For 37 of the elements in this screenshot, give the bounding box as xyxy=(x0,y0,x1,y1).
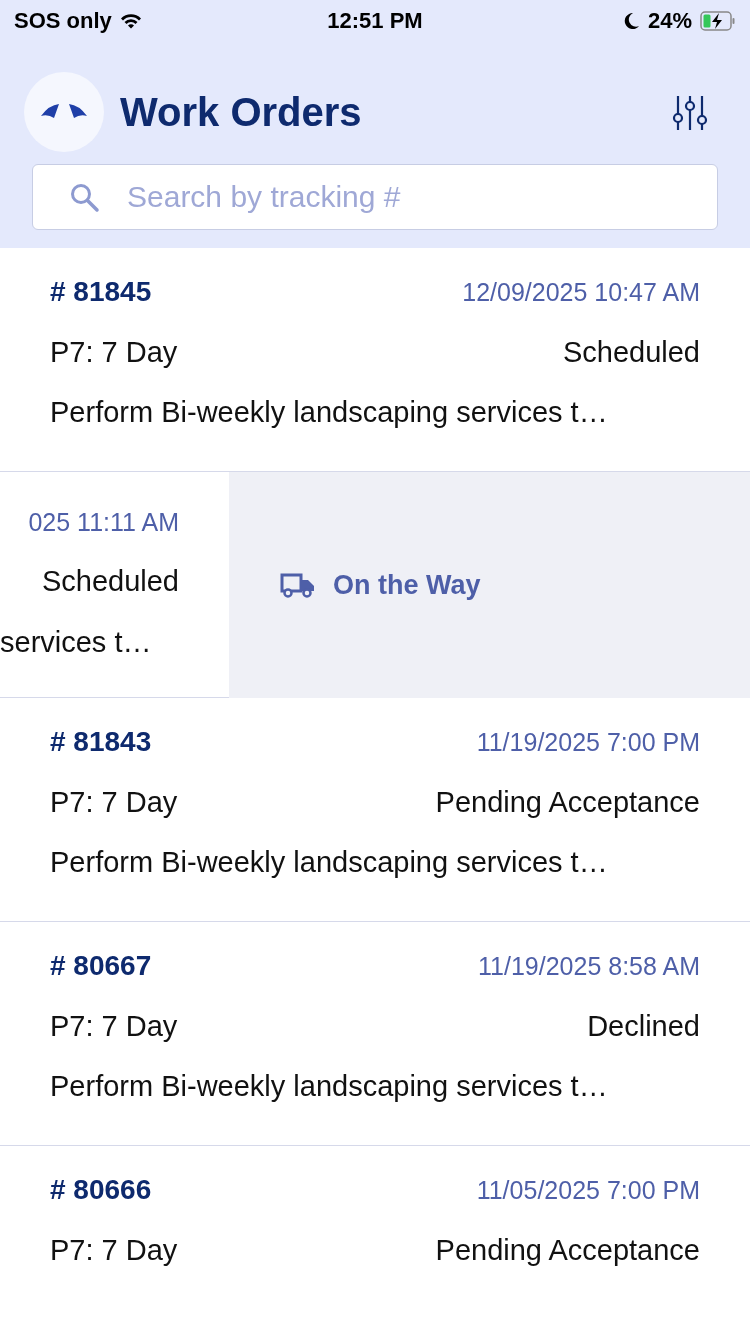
priority-text: P7: 7 Day xyxy=(50,786,178,819)
search-icon xyxy=(68,181,100,213)
description-text: Perform Bi-weekly landscaping services t… xyxy=(50,1070,608,1103)
truck-icon xyxy=(279,572,317,598)
priority-text: P7: 7 Day xyxy=(50,336,178,369)
wifi-icon xyxy=(119,13,142,29)
order-date: 025 11:11 AM xyxy=(28,508,179,537)
description-text: Perform Bi-weekly landscaping services t… xyxy=(50,846,608,879)
work-order-row[interactable]: # 80667 11/19/2025 8:58 AM P7: 7 Day Declined Perform Bi-weekly landscaping services t… xyxy=(0,922,750,1146)
status-text: Scheduled xyxy=(562,336,700,369)
status-text: Pending Acceptance xyxy=(435,1234,700,1267)
status-text: Scheduled xyxy=(41,565,179,598)
order-date: 11/05/2025 7:00 PM xyxy=(476,1176,700,1205)
moon-icon xyxy=(623,12,640,30)
order-date: 12/09/2025 10:47 AM xyxy=(462,278,700,307)
work-order-row[interactable]: # 80666 11/05/2025 7:00 PM P7: 7 Day Pending Acceptance xyxy=(0,1146,750,1334)
battery-percent: 24% xyxy=(647,8,692,34)
priority-text: P7: 7 Day xyxy=(50,1234,178,1267)
order-date: 11/19/2025 7:00 PM xyxy=(476,728,700,757)
order-number: # 80666 xyxy=(50,1174,152,1206)
order-date: 11/19/2025 8:58 AM xyxy=(478,952,700,981)
priority-text: P7: 7 Day xyxy=(50,1010,178,1043)
clock-time: 12:51 PM xyxy=(327,8,423,34)
search-field[interactable]: Search by tracking # xyxy=(32,164,718,230)
status-text: Pending Acceptance xyxy=(435,786,700,819)
order-number: # 81843 xyxy=(50,726,152,758)
filter-button[interactable] xyxy=(670,94,710,130)
carrier-text: SOS only xyxy=(14,8,112,34)
status-text: Declined xyxy=(587,1010,700,1043)
order-number: # 80667 xyxy=(50,950,152,982)
description-text: Perform Bi-weekly landscaping services t… xyxy=(50,396,608,429)
order-number: # 81845 xyxy=(50,276,152,308)
on-the-way-button[interactable]: On the Way xyxy=(279,569,481,601)
work-order-row[interactable]: # 81843 11/19/2025 7:00 PM P7: 7 Day Pending Acceptance Perform Bi-weekly landscaping services t… xyxy=(0,698,750,922)
battery-charging-icon xyxy=(700,11,736,31)
page-title: Work Orders xyxy=(120,89,363,135)
description-text: services t… xyxy=(0,626,152,659)
